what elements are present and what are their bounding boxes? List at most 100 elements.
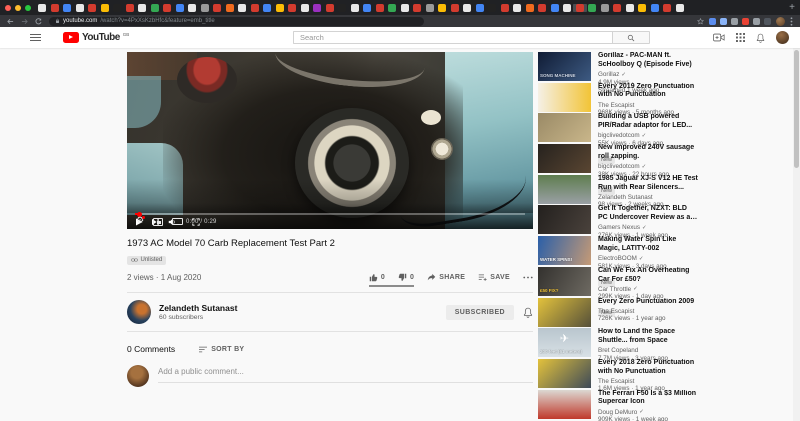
extension-icon[interactable] bbox=[731, 17, 738, 25]
extension-icon[interactable] bbox=[742, 17, 749, 25]
scrollbar-thumb[interactable] bbox=[794, 50, 799, 168]
video-thumbnail[interactable]: ✈ 200 feet (61 meters) bbox=[538, 328, 591, 358]
window-control-dot[interactable] bbox=[25, 4, 31, 11]
browser-tab[interactable] bbox=[338, 3, 346, 12]
browser-tab[interactable] bbox=[250, 3, 259, 12]
related-video-item[interactable]: Every Zero Punctuation 2009 The Escapist 7… bbox=[538, 297, 792, 327]
browser-tab[interactable] bbox=[150, 3, 159, 12]
browser-tab[interactable] bbox=[438, 3, 446, 12]
related-video-item[interactable]: New improved 240V sausage roll zapping. b… bbox=[538, 144, 792, 195]
related-video-title[interactable]: Making Water Spin Like Magic, LATITY-002 bbox=[598, 236, 698, 254]
dislike-button[interactable]: 0 bbox=[398, 273, 414, 282]
browser-tab[interactable] bbox=[263, 3, 271, 12]
related-video-item[interactable]: Building a USB powered PIR/Radar adaptor… bbox=[538, 113, 792, 165]
guide-menu-icon[interactable] bbox=[30, 34, 41, 41]
video-thumbnail[interactable]: £50 FIX? bbox=[538, 266, 591, 296]
search-input[interactable] bbox=[293, 31, 612, 44]
browser-tab[interactable] bbox=[200, 3, 209, 12]
progress-bar[interactable] bbox=[135, 211, 525, 217]
theater-mode-icon[interactable] bbox=[172, 218, 184, 225]
subscribed-button[interactable]: SUBSCRIBED bbox=[445, 304, 514, 320]
browser-tab[interactable] bbox=[188, 3, 196, 12]
related-video-channel[interactable]: The Escapist bbox=[598, 308, 698, 315]
browser-tab[interactable] bbox=[100, 3, 109, 12]
browser-tab[interactable] bbox=[325, 3, 334, 12]
browser-tab[interactable] bbox=[50, 3, 59, 12]
extension-icon[interactable] bbox=[720, 17, 727, 25]
related-video-title[interactable]: Building a USB powered PIR/Radar adaptor… bbox=[598, 113, 698, 131]
related-video-item[interactable]: 1985 Jaguar XJ-S V12 HE Test Run with Re… bbox=[538, 174, 792, 208]
subscription-bell-icon[interactable] bbox=[523, 307, 533, 318]
related-video-channel[interactable]: The Escapist bbox=[598, 378, 698, 385]
related-video-channel[interactable]: Bret Copeland bbox=[598, 347, 698, 354]
video-thumbnail[interactable] bbox=[538, 297, 591, 327]
browser-tab[interactable] bbox=[413, 3, 421, 12]
related-video-channel[interactable]: The Escapist bbox=[598, 102, 698, 109]
browser-tab[interactable] bbox=[450, 3, 459, 12]
extension-icon[interactable] bbox=[709, 17, 716, 25]
window-control-dot[interactable] bbox=[5, 4, 11, 11]
fullscreen-icon[interactable] bbox=[192, 217, 200, 226]
browser-tab[interactable] bbox=[538, 3, 546, 12]
browser-tab[interactable] bbox=[300, 3, 309, 12]
related-video-item[interactable]: The Ferrari F50 Is a $3 Million Supercar… bbox=[538, 389, 792, 421]
related-video-channel[interactable]: ElectroBOOM ✓ bbox=[598, 255, 698, 262]
tab-strip-favicons[interactable] bbox=[38, 3, 783, 12]
related-video-title[interactable]: Every 2018 Zero Punctuation with No Punc… bbox=[598, 359, 698, 377]
related-video-title[interactable]: New improved 240V sausage roll zapping. bbox=[598, 144, 698, 162]
video-thumbnail[interactable] bbox=[538, 205, 591, 235]
extension-icon[interactable] bbox=[764, 17, 771, 25]
new-tab-button[interactable]: + bbox=[789, 2, 795, 13]
browser-tab[interactable] bbox=[400, 3, 409, 12]
more-actions-button[interactable] bbox=[523, 276, 533, 279]
browser-tab[interactable] bbox=[313, 3, 321, 12]
browser-tab[interactable] bbox=[363, 3, 371, 12]
browser-tab[interactable] bbox=[513, 3, 521, 12]
browser-tab[interactable] bbox=[650, 3, 659, 12]
reload-icon[interactable] bbox=[35, 17, 42, 25]
related-video-item[interactable]: ✈ 200 feet (61 meters) How to Land the Spa… bbox=[538, 328, 792, 362]
browser-tab[interactable] bbox=[163, 3, 171, 12]
search-button[interactable] bbox=[612, 31, 650, 44]
browser-tab[interactable] bbox=[500, 3, 509, 12]
related-video-item[interactable]: £50 FIX? Can We Fix An Overheating Car Fo… bbox=[538, 266, 792, 318]
related-video-item[interactable]: Every 2018 Zero Punctuation with No Punc… bbox=[538, 358, 792, 392]
create-video-icon[interactable] bbox=[713, 33, 725, 42]
share-button[interactable]: SHARE bbox=[427, 273, 465, 282]
page-scrollbar[interactable] bbox=[793, 48, 800, 421]
notifications-bell-icon[interactable] bbox=[756, 33, 765, 43]
extension-icons[interactable] bbox=[709, 17, 771, 25]
browser-tab[interactable] bbox=[625, 3, 634, 12]
video-thumbnail[interactable] bbox=[538, 82, 591, 112]
browser-tab[interactable] bbox=[488, 3, 496, 12]
browser-tab[interactable] bbox=[475, 3, 484, 12]
browser-tab[interactable] bbox=[88, 3, 96, 12]
related-video-title[interactable]: Get It Together, NZXT: BLD PC Undercover… bbox=[598, 205, 698, 223]
browser-tab[interactable] bbox=[213, 3, 221, 12]
browser-tab[interactable] bbox=[463, 3, 471, 12]
browser-tab[interactable] bbox=[275, 3, 284, 12]
youtube-logo[interactable]: YouTube GB bbox=[63, 32, 129, 43]
window-control-dot[interactable] bbox=[15, 4, 21, 11]
related-video-title[interactable]: How to Land the Space Shuttle... from Sp… bbox=[598, 328, 698, 346]
related-video-channel[interactable]: Gorillaz ✓ bbox=[598, 71, 698, 78]
related-video-title[interactable]: Gorillaz - PAC-MAN ft. ScHoolboy Q (Epis… bbox=[598, 52, 698, 70]
url-bar[interactable]: youtube.com/watch?v=4PxXsKzbHfc&feature=… bbox=[49, 16, 424, 26]
browser-tab[interactable] bbox=[388, 3, 396, 12]
account-avatar[interactable] bbox=[776, 31, 789, 44]
related-video-item[interactable]: WATER SPINS! Making Water Spin Like Magic… bbox=[538, 236, 792, 287]
related-video-channel[interactable]: bigclivedotcom ✓ bbox=[598, 163, 698, 170]
related-video-title[interactable]: Can We Fix An Overheating Car For £50? bbox=[598, 267, 698, 285]
related-video-item[interactable]: Get It Together, NZXT: BLD PC Undercover… bbox=[538, 205, 792, 239]
extension-icon[interactable] bbox=[753, 17, 760, 25]
related-video-channel[interactable]: Zelandeth Sutanast bbox=[598, 194, 698, 201]
video-thumbnail[interactable] bbox=[538, 389, 591, 419]
video-thumbnail[interactable] bbox=[538, 358, 591, 388]
video-thumbnail[interactable] bbox=[538, 113, 591, 143]
video-thumbnail[interactable]: SONG MACHINE bbox=[538, 52, 591, 81]
browser-tab[interactable] bbox=[238, 3, 246, 12]
commenter-avatar[interactable] bbox=[127, 365, 149, 387]
apps-grid-icon[interactable] bbox=[736, 33, 745, 42]
browser-tab[interactable] bbox=[63, 3, 71, 12]
video-thumbnail[interactable]: WATER SPINS! bbox=[538, 236, 591, 266]
